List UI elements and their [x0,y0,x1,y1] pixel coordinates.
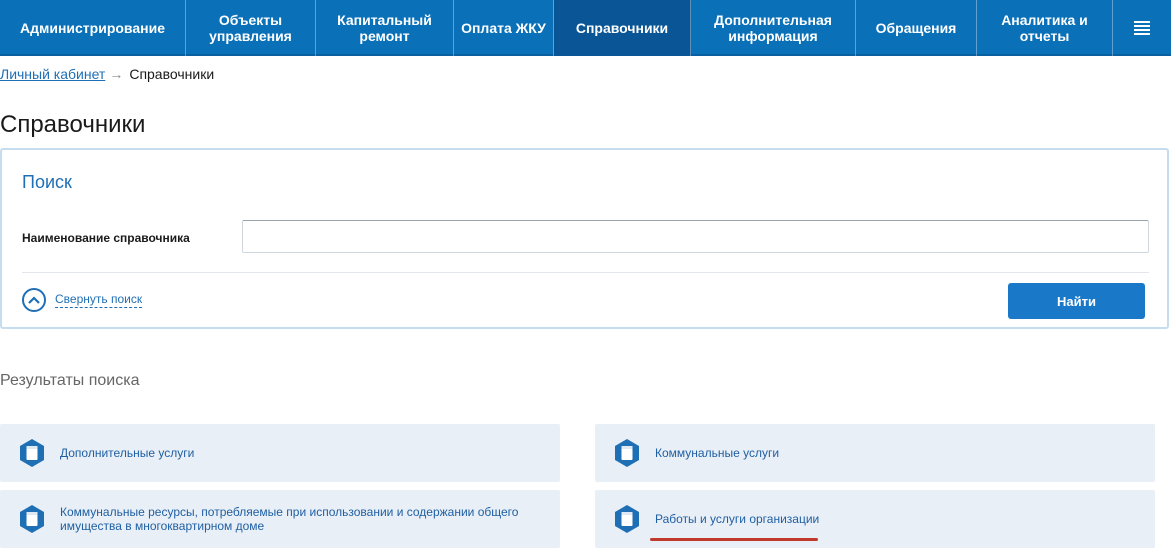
result-card-common-resources[interactable]: Коммунальные ресурсы, потребляемые при и… [0,490,560,548]
breadcrumb-current: Справочники [129,66,215,82]
search-panel: Поиск Наименование справочника Свернуть … [0,148,1169,329]
result-card-label: Коммунальные ресурсы, потребляемые при и… [60,505,519,533]
nav-item-directories[interactable]: Справочники [554,0,691,56]
book-icon [615,439,639,467]
breadcrumb: Личный кабинет → Справочники [0,66,214,82]
chevron-up-icon [22,288,46,312]
collapse-search-label: Свернуть поиск [55,292,143,308]
page-title: Справочники [0,111,146,138]
breadcrumb-separator: → [109,66,124,82]
result-card-label: Работы и услуги организации [655,512,820,526]
highlight-underline [650,538,818,541]
search-panel-title: Поиск [22,172,72,192]
result-card-label: Коммунальные услуги [655,446,780,460]
result-card-label: Дополнительные услуги [60,446,195,460]
breadcrumb-link-cabinet[interactable]: Личный кабинет [0,66,105,82]
directory-name-input[interactable] [242,220,1149,253]
collapse-search-toggle[interactable]: Свернуть поиск [22,288,143,312]
nav-item-additional-info[interactable]: Дополнительная информация [691,0,856,56]
nav-item-appeals[interactable]: Обращения [856,0,977,56]
hamburger-icon [1134,21,1150,35]
book-icon [615,505,639,533]
directory-name-label: Наименование справочника [22,231,190,245]
results-title: Результаты поиска [0,372,140,389]
book-icon [20,439,44,467]
nav-item-administration[interactable]: Администрирование [0,0,186,56]
top-navigation: Администрирование Объекты управления Кап… [0,0,1171,56]
menu-button[interactable] [1113,0,1171,56]
result-card-additional-services[interactable]: Дополнительные услуги [0,424,560,482]
nav-item-management-objects[interactable]: Объекты управления [186,0,316,56]
nav-item-housing-payment[interactable]: Оплата ЖКУ [454,0,554,56]
find-button[interactable]: Найти [1008,283,1145,319]
nav-item-analytics[interactable]: Аналитика и отчеты [977,0,1113,56]
result-card-utility-services[interactable]: Коммунальные услуги [595,424,1155,482]
search-divider [22,272,1149,273]
nav-item-capital-repair[interactable]: Капитальный ремонт [316,0,454,56]
book-icon [20,505,44,533]
